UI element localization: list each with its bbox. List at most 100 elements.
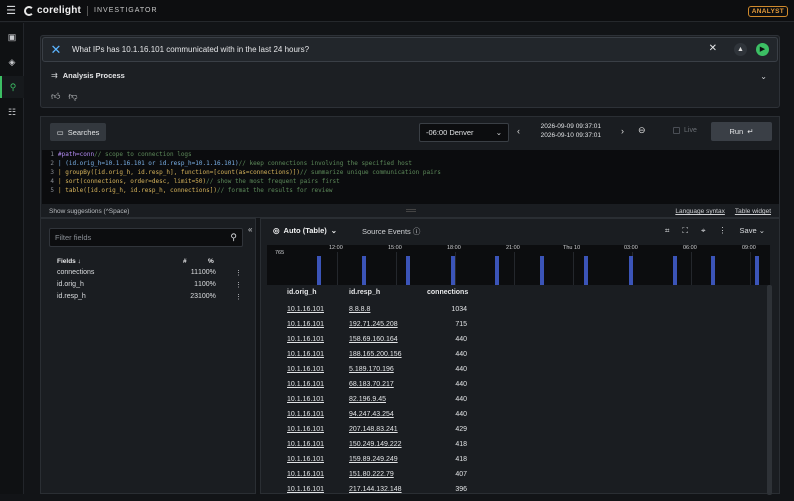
- histogram-bar[interactable]: [406, 256, 410, 285]
- histogram-bar[interactable]: [629, 256, 633, 285]
- table-row[interactable]: 10.1.16.101 192.71.245.208 715: [273, 321, 767, 336]
- histogram-bar[interactable]: [362, 256, 366, 285]
- menu-icon[interactable]: ☰: [0, 0, 22, 22]
- close-icon[interactable]: ✕: [709, 43, 717, 54]
- pin-icon[interactable]: ⌖: [701, 226, 706, 236]
- column-header[interactable]: id.resp_h: [349, 289, 380, 296]
- table-row[interactable]: 10.1.16.101 68.183.70.217 440: [273, 381, 767, 396]
- live-toggle[interactable]: Live: [673, 127, 697, 134]
- table-row[interactable]: 10.1.16.101 151.80.222.79 407: [273, 471, 767, 486]
- send-button[interactable]: ▶: [756, 43, 769, 56]
- scrollbar[interactable]: [767, 285, 772, 495]
- histogram-bar[interactable]: [673, 256, 677, 285]
- table-row[interactable]: 10.1.16.101 5.189.170.196 440: [273, 366, 767, 381]
- filter-fields-input[interactable]: Filter fields ⚲: [49, 228, 243, 247]
- sidebar-item-layers[interactable]: ◈: [0, 51, 24, 73]
- table-row[interactable]: 10.1.16.101 188.165.200.156 440: [273, 351, 767, 366]
- cell-orig-h[interactable]: 10.1.16.101: [287, 441, 324, 448]
- field-row[interactable]: id.resp_h 23 100% ⋮: [57, 293, 245, 301]
- zoom-out-icon[interactable]: ⊖: [638, 125, 646, 136]
- column-header[interactable]: connections: [427, 289, 468, 296]
- fields-col-count[interactable]: #: [183, 258, 187, 265]
- editor-links: Language syntax Table widget: [675, 208, 771, 215]
- chevron-left-icon[interactable]: ‹: [517, 126, 520, 136]
- histogram-bar[interactable]: [540, 256, 544, 285]
- event-histogram[interactable]: 765 12:00 15:00 18:00 21:00 Thu 10 03:00…: [267, 245, 770, 285]
- more-vertical-icon[interactable]: ⋮: [235, 269, 242, 277]
- more-vertical-icon[interactable]: ⋮: [719, 226, 727, 236]
- timezone-select[interactable]: -06:00 Denver ⌄: [419, 123, 509, 142]
- chevron-up-icon[interactable]: ▲: [734, 43, 747, 56]
- table-row[interactable]: 10.1.16.101 82.196.9.45 440: [273, 396, 767, 411]
- cell-resp-h[interactable]: 94.247.43.254: [349, 411, 394, 418]
- fields-col-name[interactable]: Fields ↓: [57, 258, 81, 265]
- hide-columns-icon[interactable]: ⌗: [665, 226, 670, 236]
- resize-handle[interactable]: [406, 209, 416, 212]
- cell-orig-h[interactable]: 10.1.16.101: [287, 426, 324, 433]
- cell-orig-h[interactable]: 10.1.16.101: [287, 486, 324, 493]
- thumbs-down-icon[interactable]: 👎︎: [68, 91, 77, 102]
- thumbs-up-icon[interactable]: 👍︎: [51, 91, 60, 102]
- cell-orig-h[interactable]: 10.1.16.101: [287, 306, 324, 313]
- time-range[interactable]: 2026-09-09 09:37:01 2026-09-10 09:37:01: [535, 123, 601, 140]
- cell-resp-h[interactable]: 151.80.222.79: [349, 471, 394, 478]
- more-vertical-icon[interactable]: ⋮: [235, 293, 242, 301]
- cell-resp-h[interactable]: 68.183.70.217: [349, 381, 394, 388]
- sidebar-item-settings[interactable]: ☷: [0, 101, 24, 123]
- cell-resp-h[interactable]: 8.8.8.8: [349, 306, 370, 313]
- query-editor[interactable]: 1 #path=conn // scope to connection logs…: [42, 150, 779, 204]
- fields-col-pct[interactable]: %: [208, 258, 214, 265]
- run-button[interactable]: Run ↵: [711, 122, 772, 141]
- cell-resp-h[interactable]: 150.249.149.222: [349, 441, 402, 448]
- cell-resp-h[interactable]: 207.148.83.241: [349, 426, 398, 433]
- more-vertical-icon[interactable]: ⋮: [235, 281, 242, 289]
- cell-resp-h[interactable]: 82.196.9.45: [349, 396, 386, 403]
- histogram-bar[interactable]: [755, 256, 759, 285]
- cell-resp-h[interactable]: 192.71.245.208: [349, 321, 398, 328]
- cell-orig-h[interactable]: 10.1.16.101: [287, 411, 324, 418]
- table-row[interactable]: 10.1.16.101 150.249.149.222 418: [273, 441, 767, 456]
- tab-auto-table[interactable]: ◎ Auto (Table) ⌄: [273, 226, 337, 235]
- histogram-bar[interactable]: [317, 256, 321, 285]
- cell-resp-h[interactable]: 158.69.160.164: [349, 336, 398, 343]
- expand-icon[interactable]: ⛶: [682, 226, 688, 236]
- cell-resp-h[interactable]: 217.144.132.148: [349, 486, 402, 493]
- cell-resp-h[interactable]: 159.89.249.249: [349, 456, 398, 463]
- table-widget-link[interactable]: Table widget: [735, 208, 771, 215]
- field-row[interactable]: connections 11 100% ⋮: [57, 269, 245, 277]
- show-suggestions-link[interactable]: Show suggestions (^Space): [49, 208, 129, 215]
- cell-orig-h[interactable]: 10.1.16.101: [287, 471, 324, 478]
- question-bar[interactable]: ✕ What IPs has 10.1.16.101 communicated …: [42, 37, 778, 62]
- cell-orig-h[interactable]: 10.1.16.101: [287, 336, 324, 343]
- analysis-process-toggle[interactable]: ⇉ Analysis Process: [51, 71, 125, 80]
- sidebar-item-search[interactable]: ⚲: [0, 76, 24, 98]
- cell-orig-h[interactable]: 10.1.16.101: [287, 456, 324, 463]
- histogram-bar[interactable]: [451, 256, 455, 285]
- table-row[interactable]: 10.1.16.101 94.247.43.254 440: [273, 411, 767, 426]
- cell-orig-h[interactable]: 10.1.16.101: [287, 366, 324, 373]
- tab-source-events[interactable]: Source Events ⓘ: [362, 226, 420, 237]
- cell-orig-h[interactable]: 10.1.16.101: [287, 381, 324, 388]
- chevron-down-icon[interactable]: ⌄: [760, 72, 767, 81]
- histogram-bar[interactable]: [584, 256, 588, 285]
- table-row[interactable]: 10.1.16.101 158.69.160.164 440: [273, 336, 767, 351]
- table-row[interactable]: 10.1.16.101 207.148.83.241 429: [273, 426, 767, 441]
- sidebar-item-dashboard[interactable]: ▣: [0, 26, 24, 48]
- language-syntax-link[interactable]: Language syntax: [675, 208, 725, 215]
- cell-orig-h[interactable]: 10.1.16.101: [287, 321, 324, 328]
- chevron-right-icon[interactable]: ›: [621, 126, 624, 136]
- cell-orig-h[interactable]: 10.1.16.101: [287, 396, 324, 403]
- cell-resp-h[interactable]: 188.165.200.156: [349, 351, 402, 358]
- searches-button[interactable]: ▭ Searches: [50, 123, 106, 141]
- collapse-fields-icon[interactable]: «: [248, 225, 252, 234]
- histogram-bar[interactable]: [711, 256, 715, 285]
- table-row[interactable]: 10.1.16.101 8.8.8.8 1034: [273, 306, 767, 321]
- column-header[interactable]: id.orig_h: [287, 289, 317, 296]
- live-checkbox[interactable]: [673, 127, 680, 134]
- field-row[interactable]: id.orig_h 1 100% ⋮: [57, 281, 245, 289]
- table-row[interactable]: 10.1.16.101 159.89.249.249 418: [273, 456, 767, 471]
- histogram-bar[interactable]: [495, 256, 499, 285]
- cell-resp-h[interactable]: 5.189.170.196: [349, 366, 394, 373]
- save-button[interactable]: Save ⌄: [740, 226, 765, 236]
- cell-orig-h[interactable]: 10.1.16.101: [287, 351, 324, 358]
